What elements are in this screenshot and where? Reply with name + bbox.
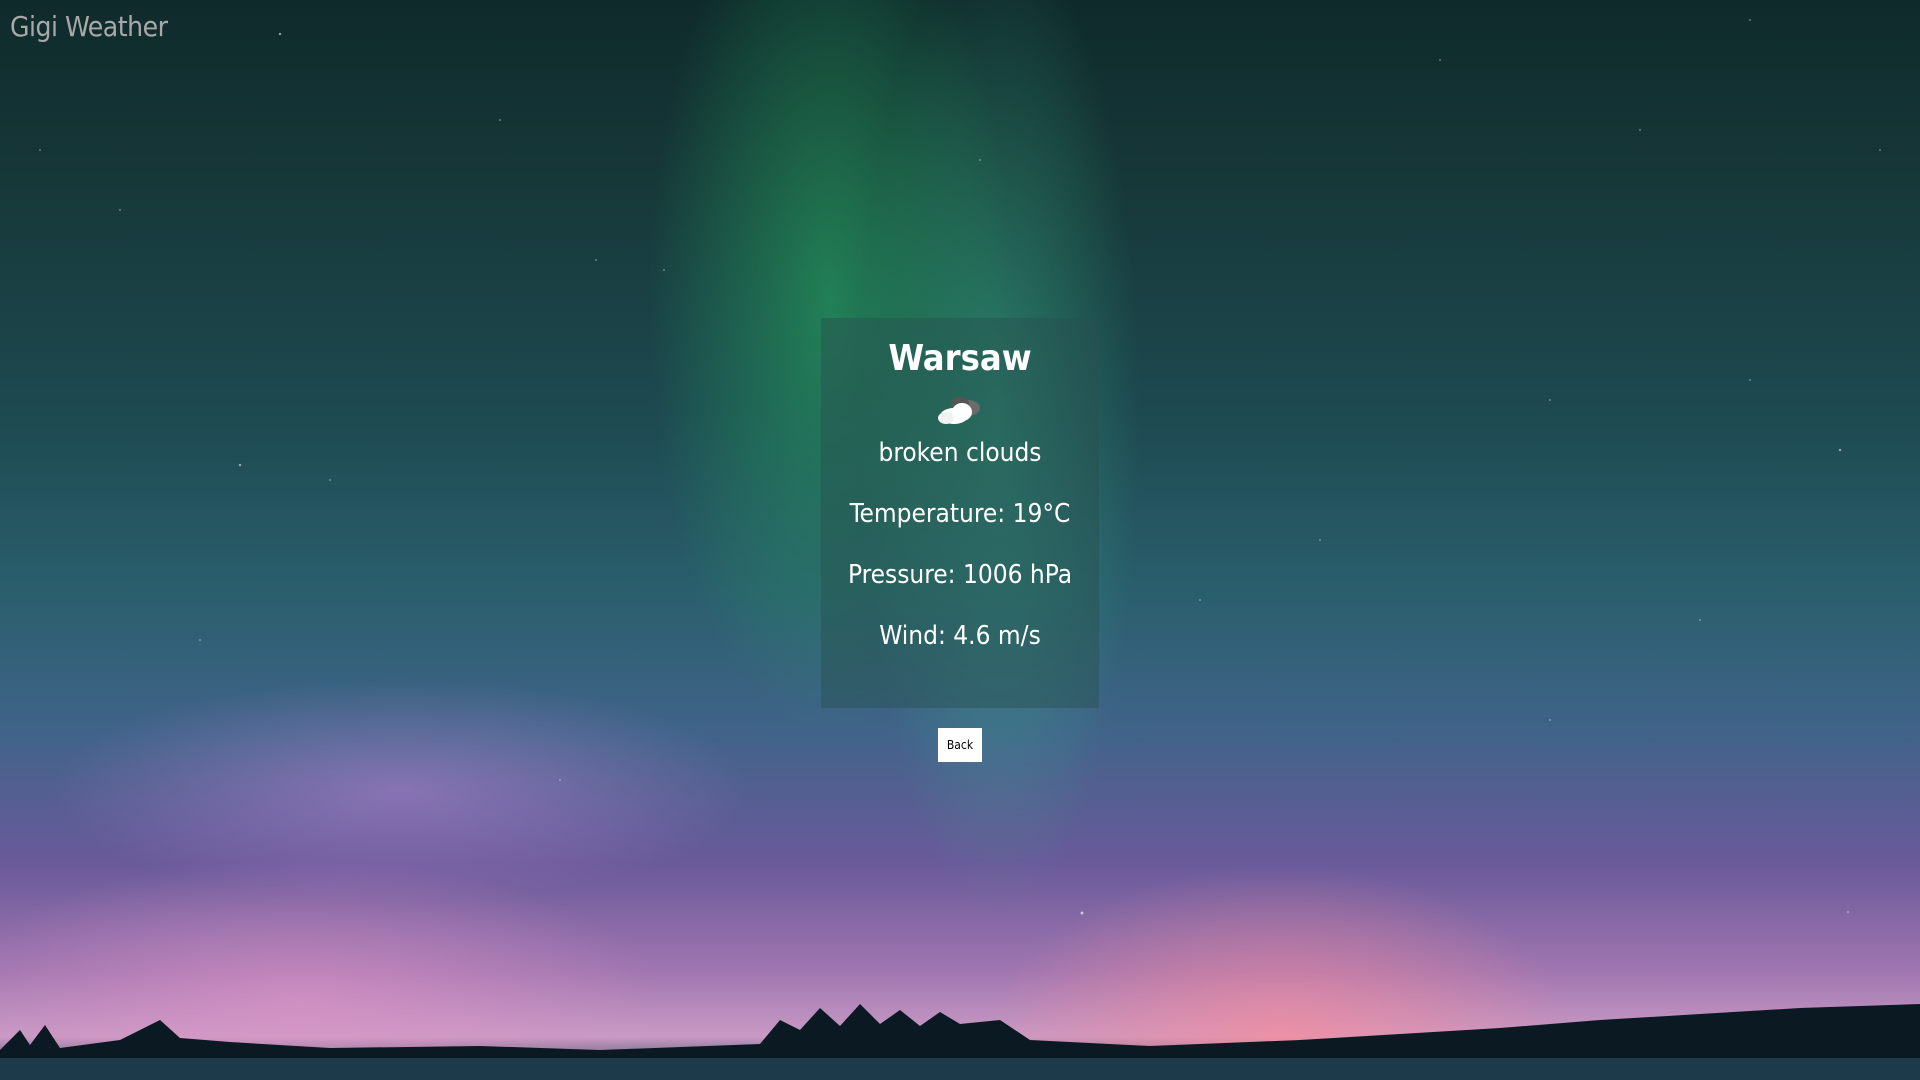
city-name: Warsaw [888,338,1032,379]
app-brand[interactable]: Gigi Weather [10,10,168,43]
weather-card: Warsaw broken clouds Temperature: 19°C P… [821,318,1099,708]
broken-clouds-icon [938,397,980,424]
weather-description: broken clouds [878,438,1042,468]
pressure-value: Pressure: 1006 hPa [847,560,1073,590]
back-button[interactable]: Back [938,728,982,762]
wind-value: Wind: 4.6 m/s [879,621,1041,651]
treeline-silhouette [0,1004,1920,1080]
temperature-value: Temperature: 19°C [849,499,1071,529]
